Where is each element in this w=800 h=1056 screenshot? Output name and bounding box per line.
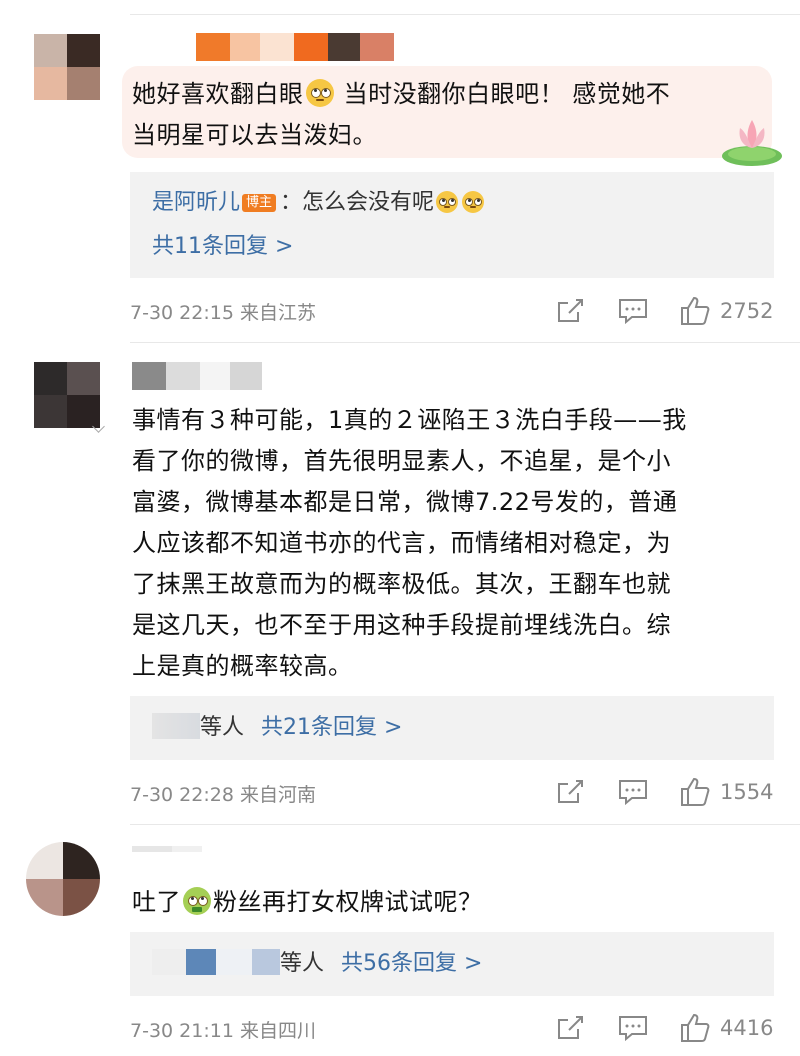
- avatar[interactable]: [34, 362, 100, 428]
- avatar[interactable]: [26, 842, 100, 916]
- comment-icon: [619, 299, 647, 324]
- like-count: 2752: [720, 299, 774, 323]
- like-button[interactable]: 1554: [680, 777, 773, 807]
- comment-divider: [130, 824, 800, 825]
- reply-box[interactable]: 等人 共56条回复 >: [130, 932, 774, 996]
- share-button[interactable]: [556, 779, 584, 805]
- vomit-emoji: [183, 887, 211, 915]
- thumbs-up-icon: [681, 777, 710, 806]
- comment-meta: 7-30 22:28 来自河南: [130, 784, 316, 806]
- comment-text: 她好喜欢翻白眼 当时没翻你白眼吧！ 感觉她不 当明星可以去当泼妇。: [132, 79, 671, 149]
- reply-total-link[interactable]: 共56条回复 >: [341, 951, 482, 976]
- thumbs-up-icon: [681, 1013, 710, 1042]
- reply-text: ：怎么会没有呢: [280, 190, 435, 215]
- share-button[interactable]: [556, 298, 584, 324]
- comment-meta: 7-30 22:15 来自江苏: [130, 302, 316, 324]
- author-badge: 博主: [242, 194, 277, 212]
- reply-box[interactable]: 是阿昕儿 博主 ：怎么会没有呢 共11条回复 >: [130, 172, 774, 278]
- reply-user-blurred[interactable]: [152, 949, 186, 975]
- reply-author[interactable]: 是阿昕儿: [152, 190, 240, 215]
- comment-meta: 7-30 21:11 来自四川: [130, 1020, 316, 1042]
- comment-button[interactable]: [618, 298, 648, 324]
- top-divider: [130, 14, 800, 15]
- eye-roll-emoji: [436, 191, 459, 213]
- like-button[interactable]: 4416: [680, 1013, 773, 1043]
- comment-button[interactable]: [618, 779, 648, 805]
- share-icon: [558, 1016, 583, 1039]
- eye-roll-emoji: [462, 191, 485, 213]
- comment-text: 事情有３种可能，1真的２诬陷王３洗白手段——我 看了你的微博，首先很明显素人，不…: [132, 406, 687, 680]
- like-count: 4416: [720, 1016, 774, 1040]
- reply-box[interactable]: 等人 共21条回复 >: [130, 696, 774, 760]
- reply-total-link[interactable]: 共11条回复 >: [152, 232, 293, 262]
- like-button[interactable]: 2752: [680, 296, 773, 326]
- comment-icon: [619, 1016, 647, 1041]
- comment-icon: [619, 780, 647, 805]
- eye-roll-emoji: [305, 79, 334, 107]
- thumbs-up-icon: [681, 296, 710, 325]
- username-blurred[interactable]: [132, 362, 262, 390]
- comment-divider: [130, 342, 800, 343]
- username-blurred[interactable]: [132, 846, 202, 856]
- comment-button[interactable]: [618, 1015, 648, 1041]
- like-count: 1554: [720, 780, 774, 804]
- share-button[interactable]: [556, 1015, 584, 1041]
- avatar[interactable]: [34, 34, 100, 100]
- share-icon: [558, 780, 583, 803]
- share-icon: [558, 299, 583, 322]
- reply-total-link[interactable]: 共21条回复 >: [261, 715, 402, 740]
- username-blurred[interactable]: [196, 33, 394, 61]
- comment-text: 吐了 粉丝再打女权牌试试呢？: [132, 887, 483, 916]
- reply-user-blurred[interactable]: [152, 713, 200, 739]
